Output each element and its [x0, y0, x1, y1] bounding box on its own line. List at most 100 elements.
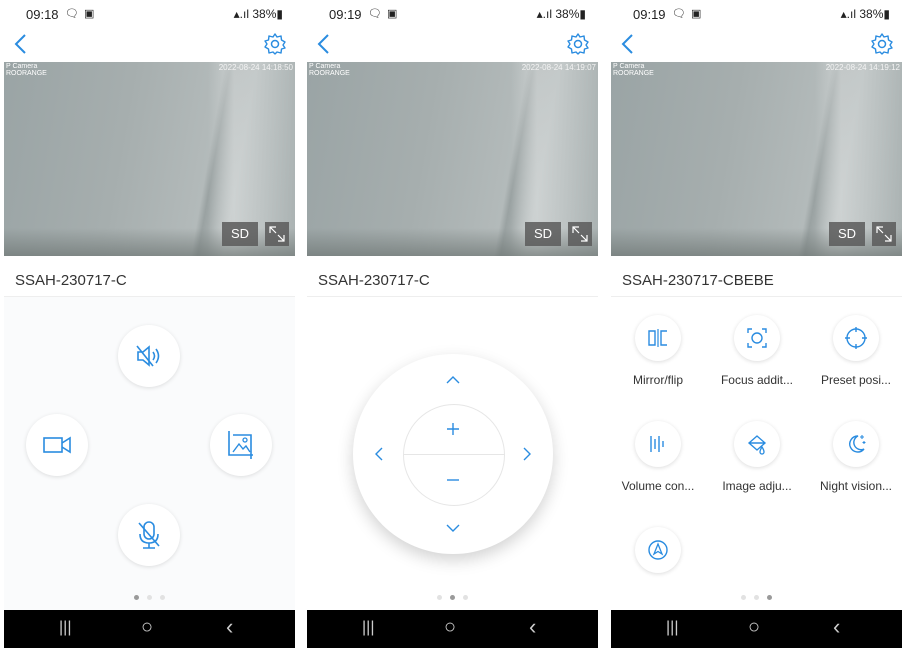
camera-osd-label: P Camera ROORANGE [613, 63, 654, 77]
camera-video-feed[interactable]: P Camera ROORANGE 2022-08-24 14:19:12 SD [611, 62, 902, 256]
focus-icon [747, 328, 767, 348]
feature-intelligent-tracking[interactable] [613, 527, 703, 585]
system-nav-bar: ||| ○ ‹ [4, 610, 295, 648]
signal-icon: ▴.ıl [233, 7, 253, 21]
signal-icon: ▴.ıl [840, 7, 860, 21]
feature-preset-position[interactable]: Preset posi... [811, 315, 901, 387]
pan-up-icon[interactable] [445, 374, 461, 386]
camera-video-feed[interactable]: P Camera ROORANGE 2022-08-24 14:19:07 SD [307, 62, 598, 256]
feature-label: Volume con... [621, 479, 695, 493]
night-moon-icon [849, 435, 866, 453]
device-name: SSAH-230717-CBEBE [622, 272, 774, 289]
device-name: SSAH-230717-C [318, 272, 430, 289]
settings-gear-icon[interactable] [870, 32, 894, 56]
record-button[interactable] [26, 414, 88, 476]
feature-grid: Mirror/flip Focus addit... Preset posi..… [611, 297, 902, 610]
controls-panel [4, 297, 295, 610]
screen-live-controls: 09:18 🗨 ▣ ▴.ıl 38%▮ P Camera ROORANGE 202… [4, 0, 295, 648]
recents-button[interactable]: ||| [59, 619, 71, 637]
microphone-button[interactable] [118, 504, 180, 566]
home-button[interactable]: ○ [748, 616, 760, 639]
settings-gear-icon[interactable] [263, 32, 287, 56]
video-timestamp: 2022-08-24 14:19:07 [521, 63, 596, 72]
recents-button[interactable]: ||| [362, 619, 374, 637]
signal-icon: ▴.ıl [536, 7, 556, 21]
mute-button[interactable] [118, 325, 180, 387]
top-bar [611, 26, 902, 62]
quality-sd-button[interactable]: SD [222, 222, 258, 246]
battery-level: ▴.ıl 38%▮ [840, 7, 890, 21]
top-bar [307, 26, 598, 62]
status-bar: 09:19 🗨 ▣ ▴.ıl 38%▮ [307, 0, 598, 26]
zoom-ring [403, 404, 505, 506]
feature-focus[interactable]: Focus addit... [712, 315, 802, 387]
camera-video-feed[interactable]: P Camera ROORANGE 2022-08-24 14:18:50 SD [4, 62, 295, 256]
ptz-joystick[interactable] [353, 354, 553, 554]
status-time: 09:18 [26, 7, 59, 22]
back-icon[interactable] [617, 30, 641, 58]
nav-back-button[interactable]: ‹ [529, 614, 536, 640]
feature-night-vision[interactable]: Night vision... [811, 421, 901, 493]
battery-icon: ▮ [883, 7, 890, 21]
image-icon [228, 431, 253, 459]
home-button[interactable]: ○ [141, 616, 153, 639]
crosshair-icon [845, 327, 867, 349]
feature-label: Focus addit... [720, 373, 794, 387]
camera-osd-label: P Camera ROORANGE [309, 63, 350, 77]
pan-left-icon[interactable] [373, 446, 385, 462]
status-time: 09:19 [329, 7, 362, 22]
fullscreen-icon[interactable] [568, 222, 592, 246]
feature-label: Image adju... [722, 479, 792, 493]
fullscreen-icon[interactable] [872, 222, 896, 246]
pan-down-icon[interactable] [445, 522, 461, 534]
nav-back-button[interactable]: ‹ [226, 614, 233, 640]
system-nav-bar: ||| ○ ‹ [611, 610, 902, 648]
mirror-flip-icon [648, 329, 667, 347]
quality-sd-button[interactable]: SD [525, 222, 561, 246]
zoom-in-icon[interactable] [446, 422, 460, 436]
video-timestamp: 2022-08-24 14:18:50 [218, 63, 293, 72]
status-bar: 09:19 🗨 ▣ ▴.ıl 38%▮ [611, 0, 902, 26]
feature-label: Preset posi... [820, 373, 892, 387]
battery-icon: ▮ [579, 7, 586, 21]
microphone-off-icon [138, 521, 160, 549]
top-bar [4, 26, 295, 62]
feature-label: Mirror/flip [633, 373, 683, 387]
feature-volume-control[interactable]: Volume con... [613, 421, 703, 493]
back-icon[interactable] [313, 30, 337, 58]
video-camera-icon [43, 436, 71, 454]
navigation-pin-icon [648, 540, 668, 560]
home-button[interactable]: ○ [444, 616, 456, 639]
fullscreen-icon[interactable] [265, 222, 289, 246]
settings-gear-icon[interactable] [566, 32, 590, 56]
back-icon[interactable] [10, 30, 34, 58]
feature-image-adjust[interactable]: Image adju... [712, 421, 802, 493]
quality-sd-button[interactable]: SD [829, 222, 865, 246]
device-name: SSAH-230717-C [15, 272, 127, 289]
system-nav-bar: ||| ○ ‹ [307, 610, 598, 648]
feature-mirror-flip[interactable]: Mirror/flip [613, 315, 703, 387]
screenshot-button[interactable] [210, 414, 272, 476]
feature-label: Night vision... [819, 479, 893, 493]
battery-icon: ▮ [276, 7, 283, 21]
screen-ptz-controls: 09:19 🗨 ▣ ▴.ıl 38%▮ P Camera ROORANGE 202… [307, 0, 598, 648]
battery-level: ▴.ıl 38%▮ [233, 7, 283, 21]
recents-button[interactable]: ||| [666, 619, 678, 637]
zoom-divider [403, 454, 505, 455]
nav-back-button[interactable]: ‹ [833, 614, 840, 640]
volume-bars-icon [650, 436, 664, 452]
page-indicator [307, 595, 598, 600]
pan-right-icon[interactable] [521, 446, 533, 462]
page-indicator [611, 595, 902, 600]
notification-icons: 🗨 ▣ [672, 8, 703, 20]
screen-feature-menu: 09:19 🗨 ▣ ▴.ıl 38%▮ P Camera ROORANGE 202… [611, 0, 902, 648]
image-adjust-icon [747, 435, 767, 455]
page-indicator [4, 595, 295, 600]
zoom-out-icon[interactable] [446, 473, 460, 487]
status-bar: 09:18 🗨 ▣ ▴.ıl 38%▮ [4, 0, 295, 26]
status-time: 09:19 [633, 7, 666, 22]
notification-icons: 🗨 ▣ [368, 8, 399, 20]
video-timestamp: 2022-08-24 14:19:12 [825, 63, 900, 72]
notification-icons: 🗨 ▣ [65, 8, 96, 20]
camera-osd-label: P Camera ROORANGE [6, 63, 47, 77]
